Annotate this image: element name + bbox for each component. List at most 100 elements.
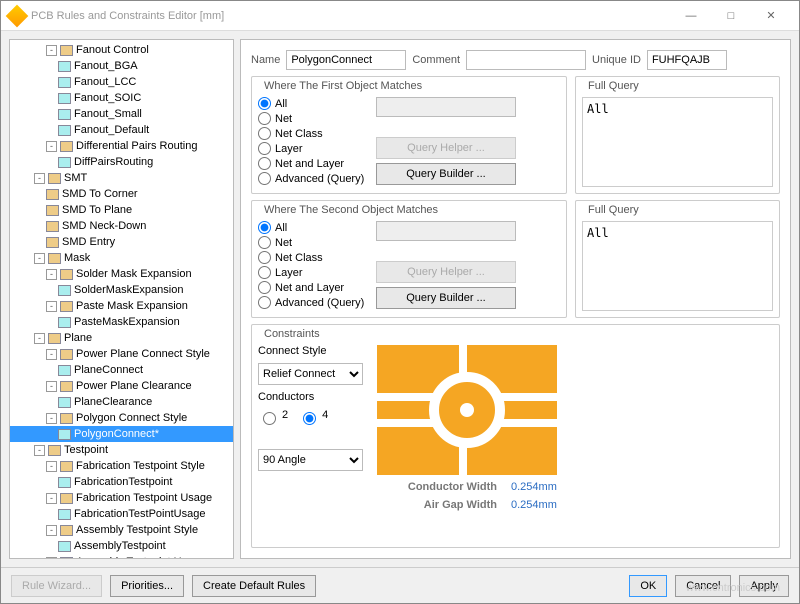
tree-item[interactable]: FabricationTestpoint bbox=[10, 474, 233, 490]
tree-item[interactable]: - Paste Mask Expansion bbox=[10, 298, 233, 314]
expand-icon[interactable]: - bbox=[34, 173, 45, 184]
tree-node-label: Assembly Testpoint Usage bbox=[76, 556, 205, 559]
expand-icon[interactable]: - bbox=[46, 413, 57, 424]
tree-node-icon bbox=[60, 349, 73, 360]
tree-item[interactable]: PolygonConnect* bbox=[10, 426, 233, 442]
comment-input[interactable] bbox=[466, 50, 586, 70]
details-pane: Name Comment Unique ID Where The First O… bbox=[240, 39, 791, 559]
first-fullquery-group: Full Query All bbox=[575, 76, 780, 194]
tree-item[interactable]: -Testpoint bbox=[10, 442, 233, 458]
expand-icon[interactable]: - bbox=[46, 525, 57, 536]
conductors-option[interactable]: 4 bbox=[298, 409, 328, 425]
conductor-width-label: Conductor Width bbox=[377, 481, 497, 493]
expand-icon[interactable]: - bbox=[46, 141, 57, 152]
tree-node-label: FabricationTestpoint bbox=[74, 476, 172, 488]
tree-item[interactable]: Fanout_LCC bbox=[10, 74, 233, 90]
first-match-title: Where The First Object Matches bbox=[260, 80, 426, 92]
tree-item[interactable]: -Fabrication Testpoint Usage bbox=[10, 490, 233, 506]
match-radio[interactable]: All bbox=[258, 221, 368, 234]
tree-item[interactable]: Fanout_Small bbox=[10, 106, 233, 122]
expand-icon[interactable]: - bbox=[46, 493, 57, 504]
match-radio[interactable]: Net and Layer bbox=[258, 157, 368, 170]
tree-item[interactable]: PlaneConnect bbox=[10, 362, 233, 378]
tree-item[interactable]: -Fanout Control bbox=[10, 42, 233, 58]
conductor-width-value[interactable]: 0.254mm bbox=[511, 481, 557, 493]
tree-item[interactable]: Fanout_SOIC bbox=[10, 90, 233, 106]
match-radio[interactable]: Net Class bbox=[258, 251, 368, 264]
match-radio[interactable]: Net and Layer bbox=[258, 281, 368, 294]
match-radio[interactable]: Net bbox=[258, 236, 368, 249]
uid-input[interactable] bbox=[647, 50, 727, 70]
priorities-button[interactable]: Priorities... bbox=[110, 575, 184, 597]
maximize-button[interactable]: □ bbox=[711, 2, 751, 30]
create-defaults-button[interactable]: Create Default Rules bbox=[192, 575, 316, 597]
expand-icon[interactable]: - bbox=[46, 461, 57, 472]
query-helper-button-2: Query Helper ... bbox=[376, 261, 516, 283]
tree-item[interactable]: - Assembly Testpoint Usage bbox=[10, 554, 233, 559]
first-fq-box[interactable]: All bbox=[582, 97, 773, 187]
header-row: Name Comment Unique ID bbox=[251, 50, 780, 70]
ok-button[interactable]: OK bbox=[629, 575, 667, 597]
expand-icon[interactable]: - bbox=[46, 557, 57, 560]
tree-item[interactable]: -Solder Mask Expansion bbox=[10, 266, 233, 282]
tree-item[interactable]: PasteMaskExpansion bbox=[10, 314, 233, 330]
expand-icon[interactable]: - bbox=[34, 253, 45, 264]
conductors-option[interactable]: 2 bbox=[258, 409, 288, 425]
tree-item[interactable]: -Plane bbox=[10, 330, 233, 346]
tree-item[interactable]: Fanout_Default bbox=[10, 122, 233, 138]
tree-item[interactable]: SMD Neck-Down bbox=[10, 218, 233, 234]
tree-node-icon bbox=[48, 445, 61, 456]
connect-style-select[interactable]: Relief Connect bbox=[258, 363, 363, 385]
tree-item[interactable]: -Differential Pairs Routing bbox=[10, 138, 233, 154]
expand-icon[interactable]: - bbox=[34, 445, 45, 456]
expand-icon[interactable]: - bbox=[46, 269, 57, 280]
tree-item[interactable]: PlaneClearance bbox=[10, 394, 233, 410]
second-match-dropdown[interactable] bbox=[376, 221, 516, 241]
rules-tree[interactable]: -Fanout ControlFanout_BGAFanout_LCCFanou… bbox=[9, 39, 234, 559]
tree-item[interactable]: SMD To Corner bbox=[10, 186, 233, 202]
expand-icon[interactable]: - bbox=[34, 333, 45, 344]
cancel-button[interactable]: Cancel bbox=[675, 575, 731, 597]
angle-select[interactable]: 90 Angle bbox=[258, 449, 363, 471]
match-radio[interactable]: Net Class bbox=[258, 127, 368, 140]
tree-item[interactable]: -Power Plane Connect Style bbox=[10, 346, 233, 362]
apply-button[interactable]: Apply bbox=[739, 575, 789, 597]
match-radio[interactable]: All bbox=[258, 97, 368, 110]
query-builder-button-2[interactable]: Query Builder ... bbox=[376, 287, 516, 309]
close-button[interactable]: ✕ bbox=[751, 2, 791, 30]
expand-icon[interactable]: - bbox=[46, 45, 57, 56]
expand-icon[interactable]: - bbox=[46, 349, 57, 360]
match-radio[interactable]: Layer bbox=[258, 266, 368, 279]
first-match-dropdown[interactable] bbox=[376, 97, 516, 117]
tree-item[interactable]: FabricationTestPointUsage bbox=[10, 506, 233, 522]
tree-item[interactable]: DiffPairsRouting bbox=[10, 154, 233, 170]
tree-item[interactable]: SolderMaskExpansion bbox=[10, 282, 233, 298]
tree-item[interactable]: AssemblyTestpoint bbox=[10, 538, 233, 554]
tree-item[interactable]: -Power Plane Clearance bbox=[10, 378, 233, 394]
tree-item[interactable]: SMD Entry bbox=[10, 234, 233, 250]
tree-item[interactable]: -SMT bbox=[10, 170, 233, 186]
tree-item[interactable]: -Fabrication Testpoint Style bbox=[10, 458, 233, 474]
expand-icon[interactable]: - bbox=[46, 381, 57, 392]
tree-item[interactable]: -Polygon Connect Style bbox=[10, 410, 233, 426]
minimize-button[interactable]: — bbox=[671, 2, 711, 30]
match-radio[interactable]: Advanced (Query) bbox=[258, 172, 368, 185]
tree-item[interactable]: SMD To Plane bbox=[10, 202, 233, 218]
tree-node-label: DiffPairsRouting bbox=[74, 156, 153, 168]
match-radio[interactable]: Advanced (Query) bbox=[258, 296, 368, 309]
name-input[interactable] bbox=[286, 50, 406, 70]
tree-node-icon bbox=[58, 77, 71, 88]
match-radio[interactable]: Net bbox=[258, 112, 368, 125]
tree-node-icon bbox=[60, 413, 73, 424]
match-radio[interactable]: Layer bbox=[258, 142, 368, 155]
tree-item[interactable]: Fanout_BGA bbox=[10, 58, 233, 74]
second-fq-box[interactable]: All bbox=[582, 221, 773, 311]
tree-item[interactable]: -Assembly Testpoint Style bbox=[10, 522, 233, 538]
tree-node-label: Paste Mask Expansion bbox=[76, 300, 188, 312]
query-builder-button-1[interactable]: Query Builder ... bbox=[376, 163, 516, 185]
tree-item[interactable]: -Mask bbox=[10, 250, 233, 266]
tree-node-icon bbox=[46, 221, 59, 232]
tree-node-label: SolderMaskExpansion bbox=[74, 284, 183, 296]
air-gap-value[interactable]: 0.254mm bbox=[511, 499, 557, 511]
expand-icon[interactable]: - bbox=[46, 301, 57, 312]
